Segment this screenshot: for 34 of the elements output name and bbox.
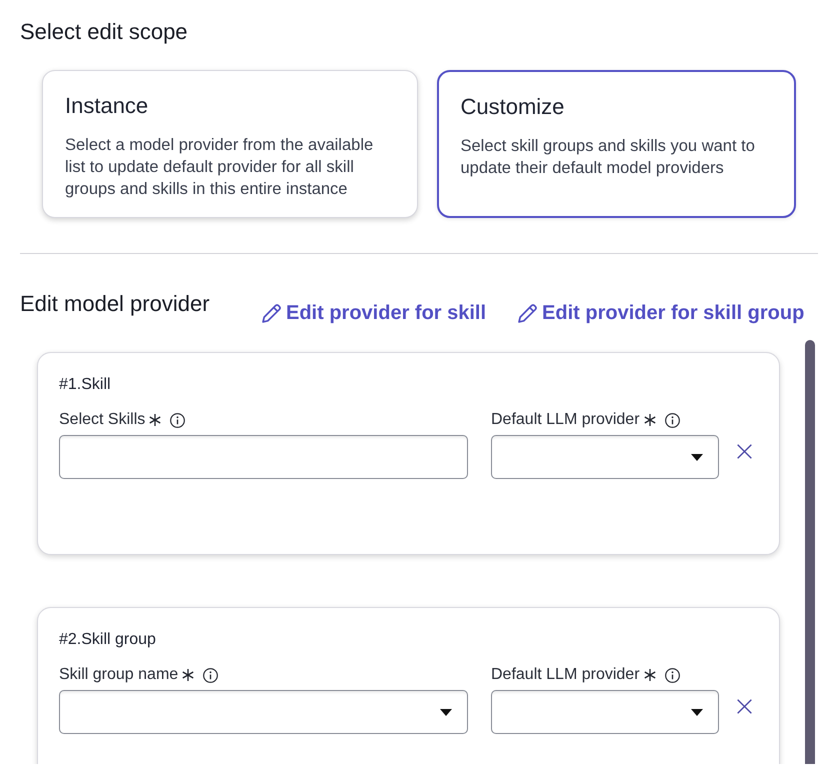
entry-title: #1.Skill: [59, 375, 112, 395]
remove-button[interactable]: [737, 699, 752, 714]
pencil-icon: [262, 304, 281, 322]
section-heading: Select edit scope: [20, 19, 189, 45]
close-icon: [737, 444, 752, 459]
field-label: Select Skills: [59, 410, 146, 430]
field-label: Skill group name: [59, 665, 178, 685]
remove-button[interactable]: [737, 444, 752, 459]
scope-option-card[interactable]: Customize Select skill groups and skills you want to update their default model providers: [437, 70, 796, 218]
info-icon: [664, 412, 680, 428]
dropdown-field[interactable]: [59, 690, 468, 734]
entry-title: #2.Skill group: [59, 630, 157, 650]
edit-link[interactable]: Edit provider for skill: [262, 300, 486, 326]
field-label: Default LLM provider: [491, 410, 640, 430]
scope-option-title: Instance: [65, 92, 150, 120]
info-icon: [664, 668, 680, 682]
scope-option-title: Customize: [460, 92, 566, 120]
scope-option-description: Select skill groups and skills you want to update their default model providers: [460, 136, 756, 178]
dropdown-field[interactable]: [491, 435, 719, 479]
pencil-icon: [518, 304, 538, 322]
text-input-field[interactable]: [59, 435, 468, 479]
edit-link[interactable]: Edit provider for skill group: [518, 300, 804, 326]
scope-option-card[interactable]: Instance Select a model provider from the available list to update default provider for all skill groups and skills in this entire instance: [42, 70, 418, 218]
caret-down-icon: [691, 708, 703, 716]
info-icon: [170, 412, 186, 428]
scrollbar-thumb[interactable]: [805, 340, 815, 764]
caret-down-icon: [440, 708, 452, 716]
section-heading: Edit model provider: [20, 291, 211, 317]
info-icon: [203, 668, 218, 682]
field-label: Default LLM provider: [491, 665, 640, 685]
caret-down-icon: [691, 454, 703, 460]
scope-option-description: Select a model provider from the available list to update default provider for all skill groups and skills in this entire instance: [65, 135, 374, 200]
dropdown-field[interactable]: [491, 690, 719, 734]
close-icon: [737, 699, 752, 714]
